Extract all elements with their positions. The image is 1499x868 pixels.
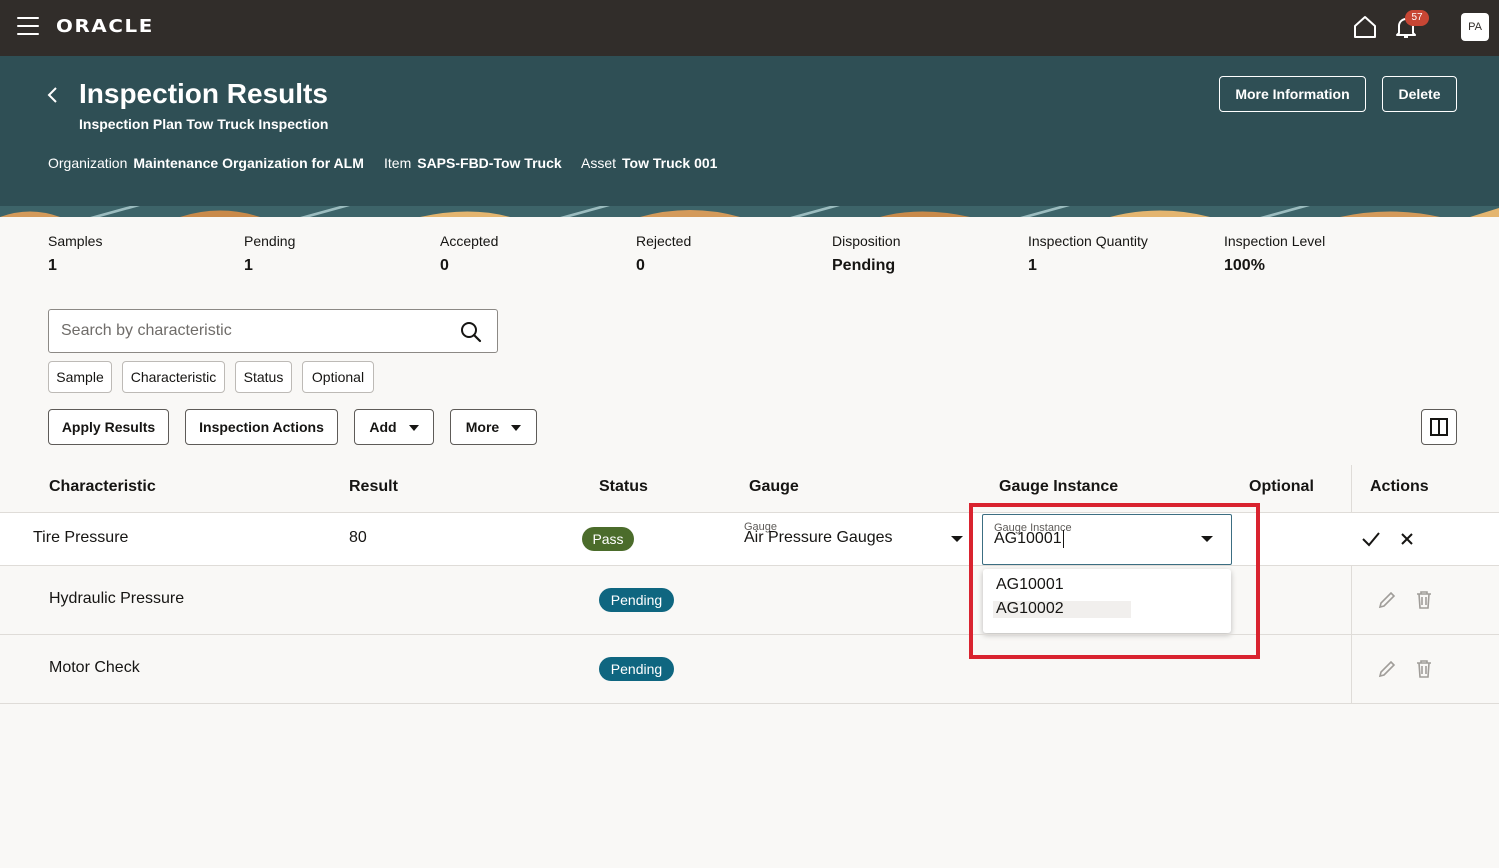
top-bar: ORACLE 57 PA [0, 0, 1499, 56]
metric-disposition-value: Pending [832, 257, 896, 274]
column-header-optional[interactable]: Optional [1249, 478, 1314, 496]
more-menu-button[interactable]: More [450, 409, 537, 445]
column-header-characteristic[interactable]: Characteristic [49, 478, 156, 496]
apply-results-button[interactable]: Apply Results [48, 409, 169, 445]
result-cell[interactable]: 80 [349, 529, 367, 547]
delete-icon[interactable] [1413, 589, 1435, 611]
metric-inspection-quantity-value: 1 [1028, 257, 1037, 274]
column-header-gauge[interactable]: Gauge [749, 478, 799, 496]
inspection-actions-button[interactable]: Inspection Actions [185, 409, 338, 445]
context-asset: Asset Tow Truck 001 [581, 155, 717, 171]
column-header-gauge-instance[interactable]: Gauge Instance [999, 478, 1118, 496]
user-avatar[interactable]: PA [1461, 13, 1489, 41]
metric-inspection-quantity-label: Inspection Quantity [1028, 233, 1148, 249]
page-title: Inspection Results [79, 78, 328, 109]
decorative-banner-pattern [0, 206, 1499, 217]
metric-samples-label: Samples [48, 233, 103, 249]
add-menu-label: Add [369, 419, 397, 435]
split-panel-icon [1430, 418, 1448, 436]
characteristic-cell: Hydraulic Pressure [49, 590, 185, 607]
chevron-down-icon [408, 425, 419, 432]
status-badge: Pending [599, 588, 674, 612]
filter-chip-sample[interactable]: Sample [48, 361, 112, 393]
add-menu-button[interactable]: Add [354, 409, 434, 445]
context-label: Item [384, 155, 412, 171]
oracle-logo: ORACLE [56, 16, 154, 37]
highlight-box [969, 503, 1260, 659]
search-input[interactable] [61, 320, 451, 342]
context-value: SAPS-FBD-Tow Truck [417, 155, 562, 171]
metric-pending-label: Pending [244, 233, 296, 249]
gauge-field-value: Air Pressure Gauges [744, 529, 893, 546]
chevron-down-icon[interactable] [951, 536, 963, 542]
characteristic-cell: Tire Pressure [33, 529, 129, 546]
edit-icon[interactable] [1376, 589, 1398, 611]
status-badge: Pending [599, 657, 674, 681]
filter-chip-optional[interactable]: Optional [302, 361, 374, 393]
metric-rejected-value: 0 [636, 257, 645, 274]
context-label: Organization [48, 155, 128, 171]
context-organization: Organization Maintenance Organization for… [48, 155, 364, 171]
metric-inspection-level-value: 100% [1224, 257, 1265, 274]
delete-icon[interactable] [1413, 658, 1435, 680]
column-header-status[interactable]: Status [599, 478, 648, 496]
metric-accepted-value: 0 [440, 257, 449, 274]
checkmark-icon[interactable] [1360, 528, 1382, 550]
metric-inspection-level-label: Inspection Level [1224, 233, 1326, 249]
gauge-select[interactable]: Gauge Air Pressure Gauges [743, 520, 967, 558]
more-information-button[interactable]: More Information [1219, 76, 1366, 112]
metric-disposition-label: Disposition [832, 233, 901, 249]
divider [0, 565, 1499, 566]
actions-column-divider [1351, 465, 1352, 703]
divider [0, 634, 1499, 635]
metric-pending-value: 1 [244, 257, 253, 274]
back-icon[interactable] [44, 86, 62, 104]
column-header-result[interactable]: Result [349, 478, 398, 496]
status-badge: Pass [582, 527, 634, 551]
panel-toggle-button[interactable] [1421, 409, 1457, 445]
search-icon[interactable] [460, 321, 482, 343]
search-box [48, 309, 498, 353]
context-label: Asset [581, 155, 617, 171]
menu-icon[interactable] [17, 17, 39, 37]
divider [0, 703, 1499, 704]
context-value: Tow Truck 001 [622, 155, 718, 171]
filter-chip-characteristic[interactable]: Characteristic [122, 361, 225, 393]
chevron-down-icon [511, 425, 522, 432]
metric-samples-value: 1 [48, 257, 57, 274]
context-item: Item SAPS-FBD-Tow Truck [384, 155, 562, 171]
edit-icon[interactable] [1376, 658, 1398, 680]
filter-chip-status[interactable]: Status [235, 361, 292, 393]
metric-accepted-label: Accepted [440, 233, 499, 249]
close-icon[interactable] [1396, 528, 1418, 550]
page-header: Inspection Results Inspection Plan Tow T… [0, 56, 1499, 206]
column-header-actions: Actions [1370, 478, 1429, 495]
home-icon[interactable] [1352, 14, 1378, 40]
page-subtitle: Inspection Plan Tow Truck Inspection [79, 116, 329, 132]
context-value: Maintenance Organization for ALM [133, 155, 364, 171]
delete-button[interactable]: Delete [1382, 76, 1457, 112]
notification-count-badge: 57 [1405, 10, 1429, 26]
characteristic-cell: Motor Check [49, 659, 140, 676]
more-menu-label: More [465, 419, 500, 435]
metric-rejected-label: Rejected [636, 233, 692, 249]
